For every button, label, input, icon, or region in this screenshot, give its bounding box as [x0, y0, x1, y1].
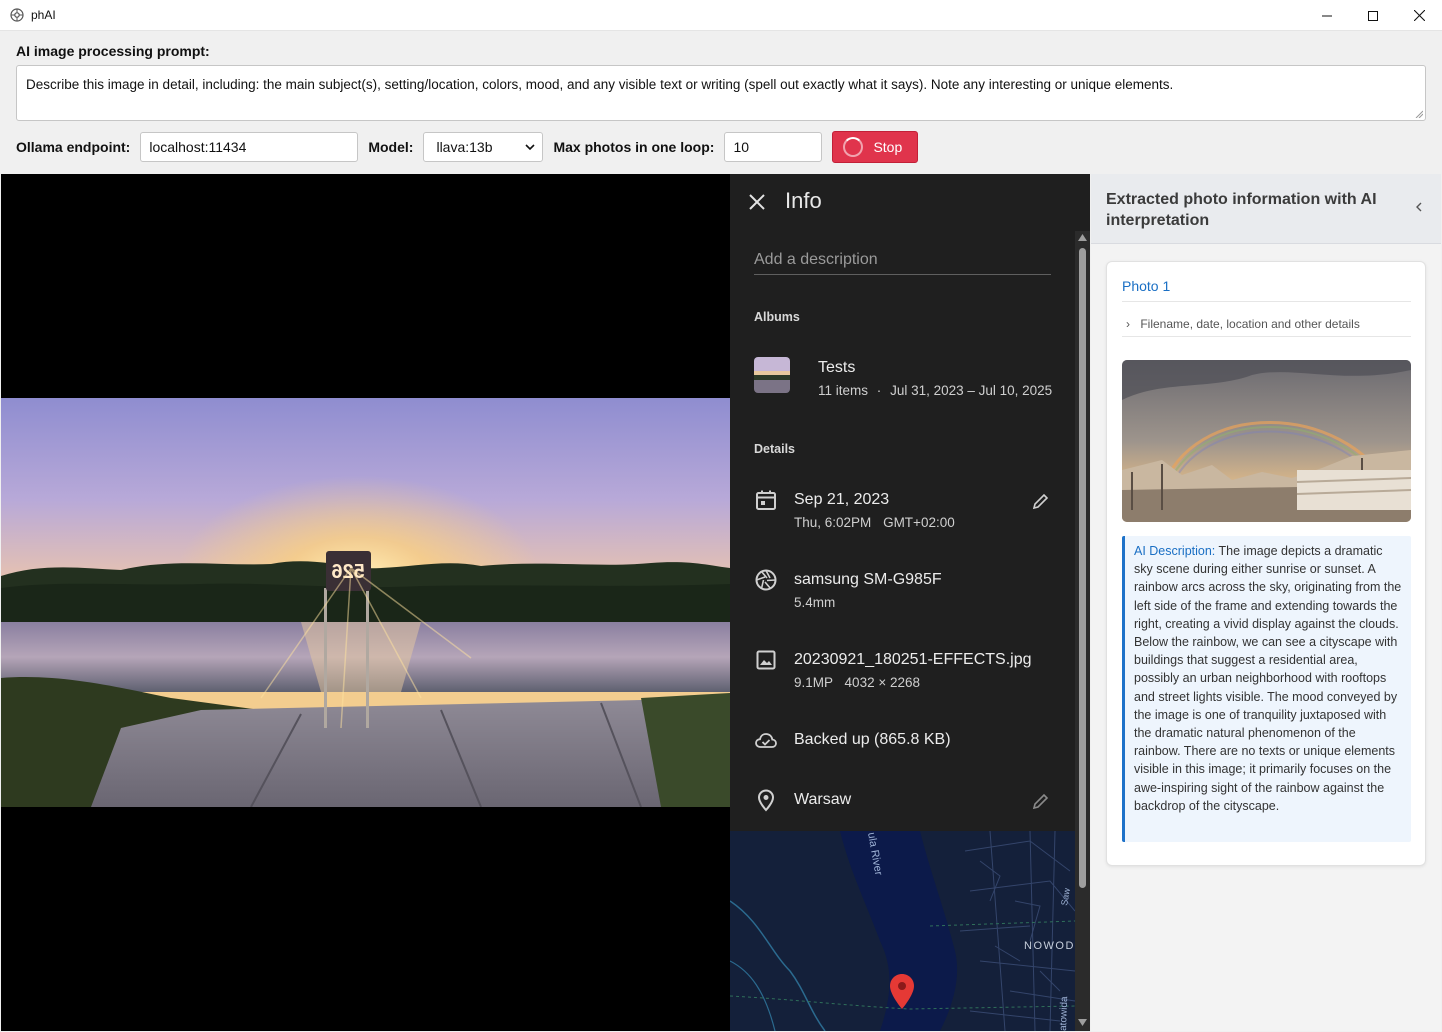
stop-button[interactable]: Stop [832, 131, 919, 163]
date-value: Sep 21, 2023 [794, 491, 890, 508]
minimize-button[interactable] [1304, 0, 1350, 31]
sunset-photo: 526 [1, 398, 730, 807]
photo-title[interactable]: Photo 1 [1122, 278, 1170, 294]
megapixels: 9.1MP [794, 675, 833, 690]
resize-grip-icon[interactable] [1415, 110, 1423, 118]
camera-aperture-icon [755, 569, 777, 591]
album-dates: Jul 31, 2023 – Jul 10, 2025 [890, 383, 1053, 398]
max-photos-input[interactable]: 10 [724, 132, 823, 162]
scrollbar-thumb[interactable] [1079, 248, 1086, 888]
ai-panel-title: Extracted photo information with AI inte… [1106, 191, 1377, 229]
divider [1122, 301, 1411, 302]
chevron-down-icon [525, 144, 536, 151]
album-thumbnail[interactable] [754, 357, 790, 393]
prompt-label: AI image processing prompt: [16, 43, 210, 59]
image-file-icon [756, 650, 776, 670]
window-titlebar: phAI [0, 0, 1442, 31]
info-title: Info [785, 188, 822, 213]
map-district-label: NOWOD [1024, 940, 1075, 952]
ai-panel-header: Extracted photo information with AI inte… [1091, 174, 1441, 244]
ai-description-box: AI Description: The image depicts a dram… [1122, 536, 1411, 842]
close-info-icon[interactable] [748, 193, 766, 211]
album-meta: 11 items · Jul 31, 2023 – Jul 10, 2025 [818, 383, 1052, 398]
focal-length: 5.4mm [794, 595, 836, 610]
endpoint-input[interactable]: localhost:11434 [140, 132, 359, 162]
chevron-right-icon: › [1126, 317, 1130, 331]
resolution: 4032 × 2268 [844, 675, 920, 690]
controls-row: Ollama endpoint: localhost:11434 Model: … [16, 131, 919, 163]
info-panel: Info Add a description Albums Tests 11 i… [730, 174, 1090, 1031]
window-title: phAI [31, 8, 56, 22]
album-items: 11 items [818, 383, 869, 398]
model-select[interactable]: llava:13b [423, 132, 544, 162]
app-icon [10, 8, 24, 22]
spinner-icon [843, 137, 864, 157]
map-street2-label: Saw [1059, 887, 1072, 906]
maximize-icon [1368, 10, 1378, 21]
file-meta: 9.1MP 4032 × 2268 [794, 675, 920, 690]
close-icon [1413, 10, 1425, 21]
info-scrollbar[interactable] [1075, 231, 1090, 1031]
minimize-icon [1322, 15, 1332, 16]
backup-status: Backed up (865.8 KB) [794, 731, 951, 748]
ai-results-panel: Extracted photo information with AI inte… [1091, 174, 1441, 1031]
prompt-text: Describe this image in detail, including… [26, 77, 1174, 92]
details-toggle[interactable]: › Filename, date, location and other det… [1126, 317, 1360, 331]
photo-viewer[interactable]: 526 [1, 174, 730, 1031]
ai-description-text: The image depicts a dramatic sky scene d… [1134, 544, 1402, 813]
description-input[interactable]: Add a description [754, 251, 1051, 275]
map-street-label: atowida [1058, 996, 1070, 1031]
stop-button-label: Stop [873, 139, 903, 155]
camera-model: samsung SM-G985F [794, 571, 942, 588]
location-value: Warsaw [794, 791, 852, 808]
timezone-value: GMT+02:00 [883, 515, 955, 530]
edit-date-icon[interactable] [1031, 491, 1051, 511]
close-window-button[interactable] [1396, 0, 1442, 31]
prompt-textarea[interactable]: Describe this image in detail, including… [16, 65, 1426, 121]
cloud-done-icon [755, 733, 777, 748]
time-meta: Thu, 6:02PM GMT+02:00 [794, 515, 955, 530]
maximize-button[interactable] [1350, 0, 1396, 31]
photo-card: Photo 1 › Filename, date, location and o… [1106, 261, 1426, 866]
collapse-chevron-icon[interactable] [1415, 201, 1423, 213]
album-dot: · [876, 383, 882, 398]
ai-description-label: AI Description: [1134, 544, 1216, 558]
edit-location-icon[interactable] [1031, 791, 1051, 811]
details-heading: Details [754, 442, 795, 456]
rainbow-photo-thumbnail [1122, 360, 1411, 522]
scroll-up-icon[interactable] [1078, 234, 1087, 241]
file-name: 20230921_180251-EFFECTS.jpg [794, 651, 1032, 668]
divider [1122, 336, 1411, 337]
details-toggle-label: Filename, date, location and other detai… [1140, 317, 1360, 331]
time-value: Thu, 6:02PM [794, 515, 872, 530]
location-pin-icon [757, 789, 775, 812]
albums-heading: Albums [754, 310, 800, 324]
calendar-icon [756, 490, 776, 510]
max-photos-label: Max photos in one loop: [553, 139, 715, 155]
endpoint-label: Ollama endpoint: [16, 139, 131, 155]
scroll-down-icon[interactable] [1078, 1019, 1087, 1026]
model-select-value: llava:13b [436, 139, 493, 155]
location-map[interactable]: ula River NOWOD atowida Saw [730, 831, 1075, 1031]
album-name[interactable]: Tests [818, 359, 855, 377]
model-label: Model: [368, 139, 414, 155]
